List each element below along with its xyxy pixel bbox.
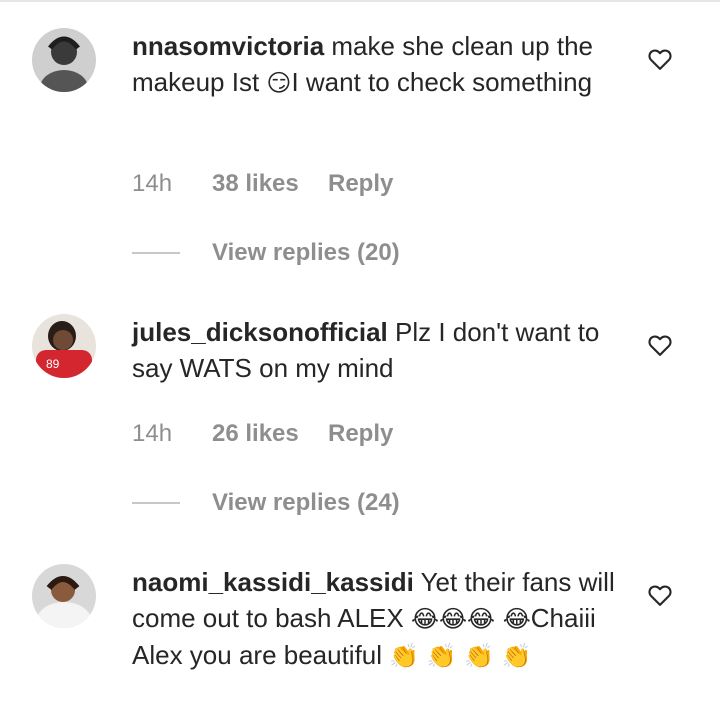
avatar[interactable] [32, 564, 96, 628]
comment-username[interactable]: naomi_kassidi_kassidi [132, 567, 414, 597]
top-divider [0, 0, 720, 2]
comment-body-continued: I want to check something [291, 67, 593, 97]
avatar[interactable]: 89 [32, 314, 96, 378]
likes-count[interactable]: 26 likes [212, 420, 299, 448]
clapping-emoji-group: 👏 👏 👏 👏 [389, 642, 532, 670]
svg-text:89: 89 [46, 357, 60, 371]
view-replies-label[interactable]: View replies (20) [212, 239, 400, 267]
reply-button[interactable]: Reply [328, 170, 393, 198]
avatar[interactable] [32, 28, 96, 92]
replies-divider-line [132, 502, 180, 504]
heart-outline-icon[interactable] [646, 331, 674, 359]
comment-username[interactable]: nnasomvictoria [132, 31, 324, 61]
reply-button[interactable]: Reply [328, 420, 393, 448]
comment-timestamp: 14h [132, 170, 173, 197]
view-replies-label[interactable]: View replies (24) [212, 489, 400, 517]
comment-text: jules_dicksonofficial Plz I don't want t… [132, 314, 622, 386]
replies-divider-line [132, 252, 180, 254]
laughing-emoji-group: 😂😂😂 😂 [410, 605, 531, 633]
comment-text: naomi_kassidi_kassidi Yet their fans wil… [132, 564, 622, 674]
comment-timestamp: 14h [132, 420, 173, 447]
comment-text: nnasomvictoria make she clean up the mak… [132, 28, 622, 101]
smirk-emoji: 😏 [266, 69, 292, 97]
heart-outline-icon[interactable] [646, 45, 674, 73]
likes-count[interactable]: 38 likes [212, 170, 299, 198]
comment-username[interactable]: jules_dicksonofficial [132, 317, 388, 347]
heart-outline-icon[interactable] [646, 581, 674, 609]
